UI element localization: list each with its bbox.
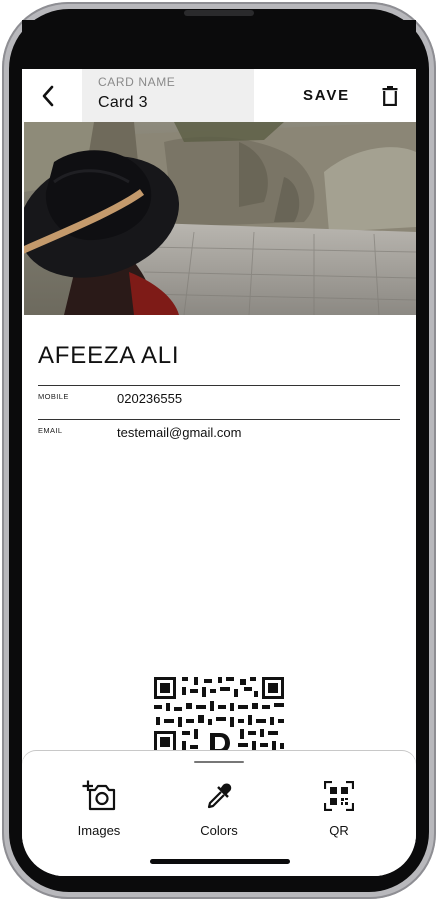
qr-button[interactable]: QR xyxy=(294,779,384,849)
back-button[interactable] xyxy=(36,83,60,109)
sheet-drag-handle[interactable] xyxy=(194,761,244,763)
divider xyxy=(38,419,400,420)
email-value: testemail@gmail.com xyxy=(117,425,242,440)
qr-scan-icon xyxy=(324,781,354,811)
camera-add-icon xyxy=(82,780,116,811)
bottom-toolbar: Images Colors QR xyxy=(22,751,416,876)
divider xyxy=(38,385,400,386)
qr-code-preview xyxy=(154,677,284,757)
chevron-left-icon xyxy=(42,85,54,107)
images-label: Images xyxy=(77,823,121,838)
status-bar-area xyxy=(22,20,416,70)
eyedropper-icon xyxy=(207,783,232,809)
images-button[interactable]: Images xyxy=(54,779,144,849)
home-indicator[interactable] xyxy=(150,859,290,864)
qr-code-image xyxy=(154,677,284,757)
email-label: EMAIL xyxy=(38,426,63,435)
card-name-label: CARD NAME xyxy=(98,75,176,89)
editor-header: CARD NAME Card 3 SAVE xyxy=(22,69,416,122)
colors-button[interactable]: Colors xyxy=(174,779,264,849)
phone-frame: CARD NAME Card 3 SAVE AFEEZA ALI MOBILE … xyxy=(0,0,438,901)
mobile-label: MOBILE xyxy=(38,392,69,401)
mobile-value: 020236555 xyxy=(117,391,183,406)
colors-label: Colors xyxy=(200,823,238,838)
trash-icon xyxy=(382,86,398,106)
contact-name: AFEEZA ALI xyxy=(38,342,180,369)
speaker-grille xyxy=(184,10,254,16)
save-button[interactable]: SAVE xyxy=(303,87,350,104)
card-photo-image xyxy=(24,122,416,315)
card-name-input[interactable]: Card 3 xyxy=(98,94,254,112)
card-name-field[interactable]: CARD NAME Card 3 xyxy=(82,69,254,122)
delete-button[interactable] xyxy=(378,83,402,109)
card-photo[interactable] xyxy=(24,122,416,315)
qr-label: QR xyxy=(329,823,349,838)
app-screen: CARD NAME Card 3 SAVE AFEEZA ALI MOBILE … xyxy=(22,69,416,876)
